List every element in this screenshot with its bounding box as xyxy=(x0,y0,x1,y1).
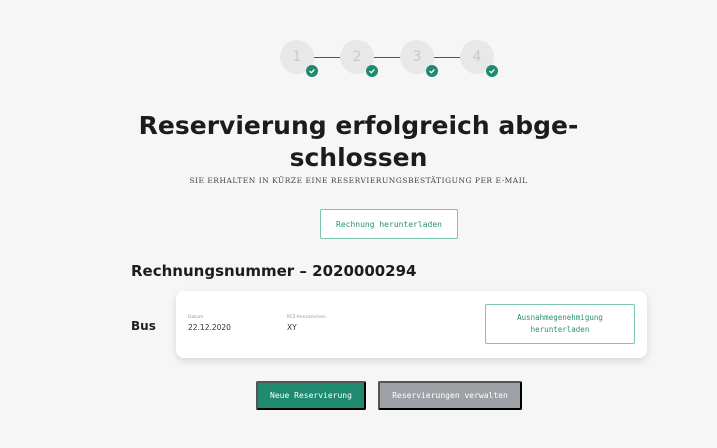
step-connector xyxy=(434,57,460,58)
permit-button-label: Ausnahmegenehmigung herunterladen xyxy=(517,312,603,336)
invoice-number: Rechnungsnummer – 2020000294 xyxy=(131,262,417,280)
check-icon xyxy=(306,65,318,77)
step-connector xyxy=(314,57,340,58)
permit-label-line-2: herunterladen xyxy=(530,325,590,334)
check-icon xyxy=(426,65,438,77)
step-number: 2 xyxy=(352,49,362,65)
step-number: 1 xyxy=(292,49,302,65)
check-icon xyxy=(366,65,378,77)
step-number: 3 xyxy=(412,49,422,65)
download-permit-button[interactable]: Ausnahmegenehmigung herunterladen xyxy=(485,304,635,344)
plate-value: XY xyxy=(287,323,297,332)
date-label: Datum xyxy=(188,315,204,320)
date-value: 22.12.2020 xyxy=(188,323,231,332)
new-reservation-button[interactable]: Neue Reservierung xyxy=(256,381,366,410)
plate-label: KFZ-Kennzeichen xyxy=(287,315,326,320)
page-title: Reservierung erfolgreich abge- schlossen xyxy=(138,111,579,172)
step-number: 4 xyxy=(472,49,482,65)
plate-field: KFZ-Kennzeichen XY xyxy=(287,315,326,332)
vehicle-type-label: Bus xyxy=(131,319,156,333)
progress-stepper: 1 2 3 4 xyxy=(280,40,500,77)
download-invoice-button[interactable]: Rechnung herunterladen xyxy=(320,209,458,239)
step-1: 1 xyxy=(280,40,318,77)
check-icon xyxy=(486,65,498,77)
date-field: Datum 22.12.2020 xyxy=(188,315,231,332)
reservation-card: Datum 22.12.2020 KFZ-Kennzeichen XY Ausn… xyxy=(176,291,647,358)
page-subtitle: SIE ERHALTEN IN KÜRZE EINE RESERVIERUNGS… xyxy=(189,176,528,185)
step-connector xyxy=(374,57,400,58)
manage-reservations-button[interactable]: Reservierungen verwalten xyxy=(378,381,522,410)
step-2: 2 xyxy=(340,40,378,77)
permit-label-line-1: Ausnahmegenehmigung xyxy=(517,313,603,322)
step-4: 4 xyxy=(460,40,498,77)
step-3: 3 xyxy=(400,40,438,77)
